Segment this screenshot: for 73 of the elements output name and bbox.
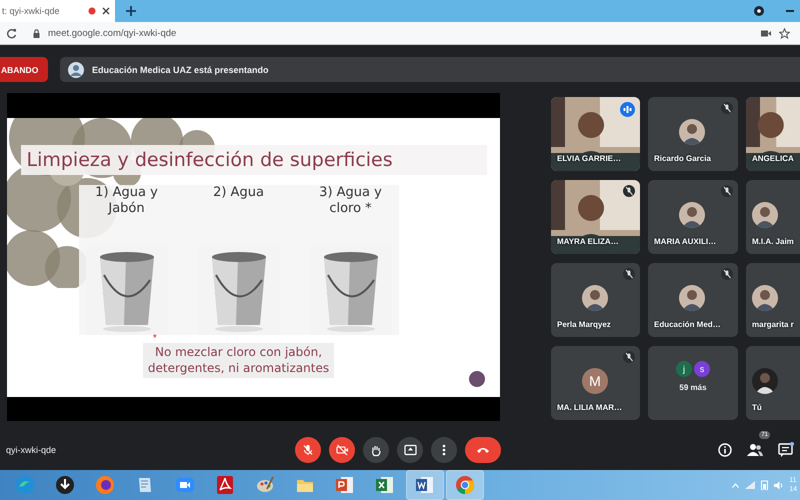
participant-tile[interactable]: Ricardo Garcia	[648, 97, 738, 171]
more-options-icon	[442, 444, 446, 456]
participant-tile[interactable]: Educación Med…	[648, 263, 738, 337]
participant-tile[interactable]: margarita r	[746, 263, 800, 337]
browser-tab[interactable]: t: qyi-xwki-qde	[0, 0, 115, 22]
avatar-initial: M	[582, 368, 608, 394]
participant-tile[interactable]: MAYRA ELIZA…	[551, 180, 640, 254]
camera-button[interactable]	[329, 437, 355, 463]
battery-icon	[761, 480, 768, 490]
microphone-button[interactable]	[295, 437, 321, 463]
camera-off-icon	[336, 444, 348, 456]
dot-icon	[469, 371, 485, 387]
meeting-code: qyi-xwki-qde	[5, 445, 58, 455]
participant-name: Tú	[752, 403, 762, 412]
participant-name: ANGELICA	[752, 154, 794, 163]
signal-icon	[745, 481, 756, 489]
slide-note: No mezclar cloro con jabón, detergentes, ni aromatizantes	[142, 343, 334, 378]
banner-text: Educación Medica UAZ está presentando	[92, 64, 269, 74]
minimize-icon[interactable]	[786, 9, 794, 13]
document-icon[interactable]	[415, 475, 435, 495]
spreadsheet-icon[interactable]	[375, 475, 395, 495]
option-label: 3) Agua y cloro *	[319, 185, 382, 218]
info-icon[interactable]	[718, 443, 732, 457]
participant-name: margarita r	[752, 320, 794, 329]
profile-icon[interactable]	[754, 6, 764, 16]
avatar-initial: j	[676, 361, 692, 377]
pdf-icon[interactable]	[215, 475, 235, 495]
recording-dot-icon	[88, 7, 96, 15]
browser-icon[interactable]	[95, 475, 115, 495]
present-screen-icon	[404, 444, 416, 456]
participant-tile[interactable]: MARIA AUXILI…	[648, 180, 738, 254]
participant-name: Ricardo Garcia	[654, 154, 711, 163]
participant-name: ELVIA GARRIE…	[557, 154, 622, 163]
participant-name: Perla Marqyez	[557, 320, 611, 329]
more-options-button[interactable]	[431, 437, 457, 463]
star-icon[interactable]	[779, 28, 790, 38]
participant-tile[interactable]: ANGELICA	[746, 97, 800, 171]
more-participants-label: 59 más	[678, 383, 708, 392]
phone-icon	[476, 446, 490, 454]
participant-tile[interactable]: M MA. LILIA MAR…	[551, 346, 640, 420]
tab-title: t: qyi-xwki-qde	[2, 6, 61, 16]
participant-tile[interactable]: ELVIA GARRIE…	[551, 97, 640, 171]
new-tab-icon[interactable]	[126, 6, 136, 16]
mic-off-icon	[302, 444, 314, 456]
present-button[interactable]	[397, 437, 423, 463]
avatar-initial: s	[694, 361, 710, 377]
lock-icon	[33, 28, 40, 38]
url-text[interactable]: meet.google.com/qyi-xwki-qde	[48, 28, 176, 38]
participant-name: MARIA AUXILI…	[654, 237, 716, 246]
participant-name: MA. LILIA MAR…	[557, 403, 622, 412]
participant-name: Educación Med…	[654, 320, 721, 329]
video-camera-icon[interactable]	[175, 475, 195, 495]
palette-icon[interactable]	[255, 475, 275, 495]
presentation-icon[interactable]	[335, 475, 355, 495]
close-icon[interactable]	[102, 7, 110, 15]
people-icon[interactable]	[746, 441, 764, 459]
reload-icon[interactable]	[6, 28, 17, 38]
recording-label: ABANDO	[0, 57, 48, 82]
participant-name: MAYRA ELIZA…	[557, 237, 619, 246]
participant-tile[interactable]: M.I.A. Jaim	[746, 180, 800, 254]
raise-hand-button[interactable]	[363, 437, 389, 463]
participant-name: M.I.A. Jaim	[752, 237, 794, 246]
participant-tile[interactable]: Perla Marqyez	[551, 263, 640, 337]
camera-icon[interactable]	[761, 30, 771, 36]
footnote-mark: *	[152, 335, 157, 343]
chat-icon[interactable]	[778, 442, 794, 458]
speaking-icon	[620, 102, 635, 117]
download-icon[interactable]	[55, 475, 75, 495]
hand-icon	[370, 444, 382, 456]
participant-tile[interactable]: Tú	[746, 346, 800, 420]
leave-call-button[interactable]	[465, 437, 501, 463]
chrome-icon[interactable]	[455, 475, 475, 495]
participant-tile[interactable]: j s 59 más	[648, 346, 738, 420]
